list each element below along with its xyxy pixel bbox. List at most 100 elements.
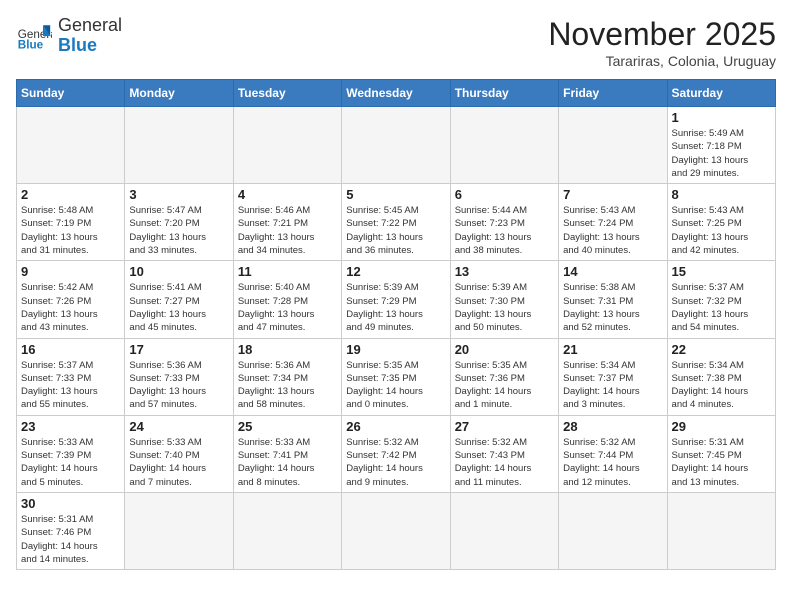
- logo: General Blue General Blue: [16, 16, 122, 56]
- day-number: 18: [238, 342, 337, 357]
- day-number: 22: [672, 342, 771, 357]
- day-info: Sunrise: 5:43 AM Sunset: 7:25 PM Dayligh…: [672, 204, 771, 257]
- day-info: Sunrise: 5:40 AM Sunset: 7:28 PM Dayligh…: [238, 281, 337, 334]
- day-number: 19: [346, 342, 445, 357]
- day-cell: 5Sunrise: 5:45 AM Sunset: 7:22 PM Daylig…: [342, 184, 450, 261]
- day-info: Sunrise: 5:44 AM Sunset: 7:23 PM Dayligh…: [455, 204, 554, 257]
- day-info: Sunrise: 5:49 AM Sunset: 7:18 PM Dayligh…: [672, 127, 771, 180]
- svg-text:Blue: Blue: [18, 38, 44, 51]
- day-cell: 8 Sunrise: 5:43 AM Sunset: 7:25 PM Daylig…: [667, 184, 775, 261]
- weekday-header-wednesday: Wednesday: [342, 80, 450, 107]
- day-cell: 28Sunrise: 5:32 AM Sunset: 7:44 PM Dayli…: [559, 415, 667, 492]
- day-cell: 30Sunrise: 5:31 AM Sunset: 7:46 PM Dayli…: [17, 492, 125, 569]
- title-area: November 2025 Tarariras, Colonia, Urugua…: [548, 16, 776, 69]
- week-row-2: 2Sunrise: 5:48 AM Sunset: 7:19 PM Daylig…: [17, 184, 776, 261]
- day-number: 17: [129, 342, 228, 357]
- day-info: Sunrise: 5:39 AM Sunset: 7:29 PM Dayligh…: [346, 281, 445, 334]
- day-info: Sunrise: 5:33 AM Sunset: 7:41 PM Dayligh…: [238, 436, 337, 489]
- logo-icon: General Blue: [16, 18, 52, 54]
- day-number: 4: [238, 187, 337, 202]
- day-number: 8: [672, 187, 771, 202]
- weekday-header-saturday: Saturday: [667, 80, 775, 107]
- day-cell: [559, 492, 667, 569]
- day-info: Sunrise: 5:35 AM Sunset: 7:35 PM Dayligh…: [346, 359, 445, 412]
- day-cell: 16 Sunrise: 5:37 AM Sunset: 7:33 PM Dayli…: [17, 338, 125, 415]
- day-info: Sunrise: 5:34 AM Sunset: 7:38 PM Dayligh…: [672, 359, 771, 412]
- day-info: Sunrise: 5:36 AM Sunset: 7:33 PM Dayligh…: [129, 359, 228, 412]
- week-row-3: 9 Sunrise: 5:42 AM Sunset: 7:26 PM Daylig…: [17, 261, 776, 338]
- day-number: 30: [21, 496, 120, 511]
- day-cell: 2Sunrise: 5:48 AM Sunset: 7:19 PM Daylig…: [17, 184, 125, 261]
- day-info: Sunrise: 5:33 AM Sunset: 7:39 PM Dayligh…: [21, 436, 120, 489]
- day-cell: 9 Sunrise: 5:42 AM Sunset: 7:26 PM Daylig…: [17, 261, 125, 338]
- location: Tarariras, Colonia, Uruguay: [548, 53, 776, 69]
- day-info: Sunrise: 5:47 AM Sunset: 7:20 PM Dayligh…: [129, 204, 228, 257]
- day-cell: 12 Sunrise: 5:39 AM Sunset: 7:29 PM Dayli…: [342, 261, 450, 338]
- day-cell: [342, 107, 450, 184]
- day-cell: [559, 107, 667, 184]
- day-cell: 21 Sunrise: 5:34 AM Sunset: 7:37 PM Dayli…: [559, 338, 667, 415]
- day-info: Sunrise: 5:32 AM Sunset: 7:43 PM Dayligh…: [455, 436, 554, 489]
- week-row-5: 23Sunrise: 5:33 AM Sunset: 7:39 PM Dayli…: [17, 415, 776, 492]
- day-cell: [667, 492, 775, 569]
- day-cell: [17, 107, 125, 184]
- day-info: Sunrise: 5:42 AM Sunset: 7:26 PM Dayligh…: [21, 281, 120, 334]
- week-row-1: 1Sunrise: 5:49 AM Sunset: 7:18 PM Daylig…: [17, 107, 776, 184]
- day-number: 21: [563, 342, 662, 357]
- day-info: Sunrise: 5:39 AM Sunset: 7:30 PM Dayligh…: [455, 281, 554, 334]
- day-cell: 26Sunrise: 5:32 AM Sunset: 7:42 PM Dayli…: [342, 415, 450, 492]
- day-info: Sunrise: 5:34 AM Sunset: 7:37 PM Dayligh…: [563, 359, 662, 412]
- logo-text: General Blue: [58, 16, 122, 56]
- day-info: Sunrise: 5:35 AM Sunset: 7:36 PM Dayligh…: [455, 359, 554, 412]
- day-info: Sunrise: 5:36 AM Sunset: 7:34 PM Dayligh…: [238, 359, 337, 412]
- day-info: Sunrise: 5:41 AM Sunset: 7:27 PM Dayligh…: [129, 281, 228, 334]
- day-number: 13: [455, 264, 554, 279]
- month-title: November 2025: [548, 16, 776, 53]
- day-cell: 17 Sunrise: 5:36 AM Sunset: 7:33 PM Dayli…: [125, 338, 233, 415]
- day-number: 9: [21, 264, 120, 279]
- day-cell: [450, 492, 558, 569]
- logo-general: General: [58, 15, 122, 35]
- weekday-header-monday: Monday: [125, 80, 233, 107]
- weekday-header-friday: Friday: [559, 80, 667, 107]
- logo-blue: Blue: [58, 35, 97, 55]
- day-number: 11: [238, 264, 337, 279]
- day-cell: 29Sunrise: 5:31 AM Sunset: 7:45 PM Dayli…: [667, 415, 775, 492]
- day-cell: [342, 492, 450, 569]
- day-cell: [233, 107, 341, 184]
- day-number: 24: [129, 419, 228, 434]
- day-cell: 27 Sunrise: 5:32 AM Sunset: 7:43 PM Dayli…: [450, 415, 558, 492]
- day-number: 29: [672, 419, 771, 434]
- day-info: Sunrise: 5:33 AM Sunset: 7:40 PM Dayligh…: [129, 436, 228, 489]
- day-cell: 11 Sunrise: 5:40 AM Sunset: 7:28 PM Dayli…: [233, 261, 341, 338]
- week-row-6: 30Sunrise: 5:31 AM Sunset: 7:46 PM Dayli…: [17, 492, 776, 569]
- day-info: Sunrise: 5:38 AM Sunset: 7:31 PM Dayligh…: [563, 281, 662, 334]
- day-number: 27: [455, 419, 554, 434]
- day-info: Sunrise: 5:37 AM Sunset: 7:33 PM Dayligh…: [21, 359, 120, 412]
- header: General Blue General Blue November 2025 …: [16, 16, 776, 69]
- day-number: 6: [455, 187, 554, 202]
- day-number: 25: [238, 419, 337, 434]
- day-number: 3: [129, 187, 228, 202]
- day-cell: 18 Sunrise: 5:36 AM Sunset: 7:34 PM Dayli…: [233, 338, 341, 415]
- weekday-header-thursday: Thursday: [450, 80, 558, 107]
- day-cell: [450, 107, 558, 184]
- day-cell: [125, 107, 233, 184]
- day-cell: [125, 492, 233, 569]
- day-cell: 25 Sunrise: 5:33 AM Sunset: 7:41 PM Dayli…: [233, 415, 341, 492]
- day-cell: 23Sunrise: 5:33 AM Sunset: 7:39 PM Dayli…: [17, 415, 125, 492]
- day-number: 12: [346, 264, 445, 279]
- day-cell: 7 Sunrise: 5:43 AM Sunset: 7:24 PM Daylig…: [559, 184, 667, 261]
- calendar: SundayMondayTuesdayWednesdayThursdayFrid…: [16, 79, 776, 570]
- day-cell: [233, 492, 341, 569]
- day-number: 2: [21, 187, 120, 202]
- day-number: 16: [21, 342, 120, 357]
- day-info: Sunrise: 5:46 AM Sunset: 7:21 PM Dayligh…: [238, 204, 337, 257]
- week-row-4: 16 Sunrise: 5:37 AM Sunset: 7:33 PM Dayli…: [17, 338, 776, 415]
- weekday-header-row: SundayMondayTuesdayWednesdayThursdayFrid…: [17, 80, 776, 107]
- day-info: Sunrise: 5:32 AM Sunset: 7:44 PM Dayligh…: [563, 436, 662, 489]
- day-info: Sunrise: 5:43 AM Sunset: 7:24 PM Dayligh…: [563, 204, 662, 257]
- day-cell: 14Sunrise: 5:38 AM Sunset: 7:31 PM Dayli…: [559, 261, 667, 338]
- day-info: Sunrise: 5:37 AM Sunset: 7:32 PM Dayligh…: [672, 281, 771, 334]
- day-number: 7: [563, 187, 662, 202]
